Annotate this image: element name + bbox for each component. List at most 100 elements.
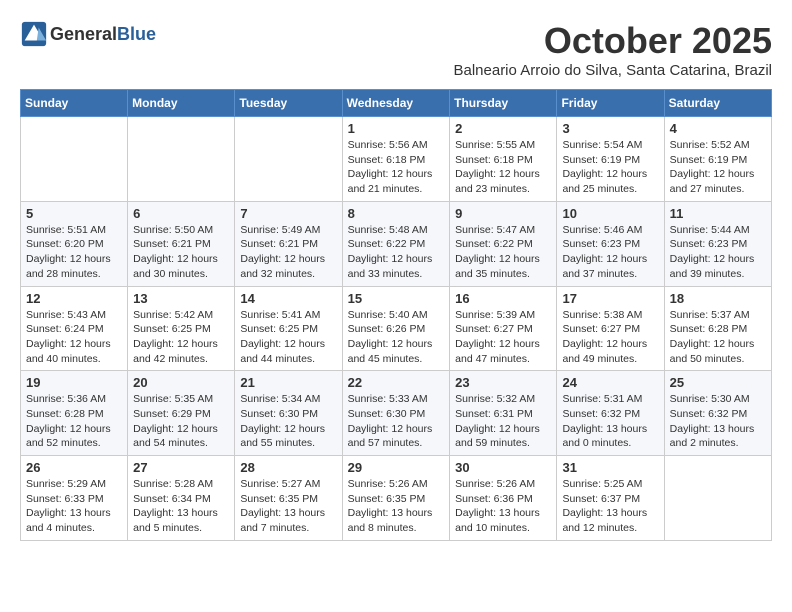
day-info: Sunrise: 5:36 AM Sunset: 6:28 PM Dayligh…	[26, 392, 122, 451]
calendar-cell: 19 Sunrise: 5:36 AM Sunset: 6:28 PM Dayli…	[21, 371, 128, 456]
day-info: Sunrise: 5:43 AM Sunset: 6:24 PM Dayligh…	[26, 308, 122, 367]
day-number: 18	[670, 291, 766, 306]
day-info: Sunrise: 5:49 AM Sunset: 6:21 PM Dayligh…	[240, 223, 336, 282]
calendar-week-5: 26 Sunrise: 5:29 AM Sunset: 6:33 PM Dayli…	[21, 456, 772, 541]
weekday-header-thursday: Thursday	[450, 90, 557, 117]
day-number: 3	[562, 121, 658, 136]
day-number: 19	[26, 375, 122, 390]
day-info: Sunrise: 5:44 AM Sunset: 6:23 PM Dayligh…	[670, 223, 766, 282]
day-info: Sunrise: 5:55 AM Sunset: 6:18 PM Dayligh…	[455, 138, 551, 197]
calendar-cell: 18Sunrise: 5:37 AM Sunset: 6:28 PM Dayli…	[664, 286, 771, 371]
day-number: 16	[455, 291, 551, 306]
day-info: Sunrise: 5:54 AM Sunset: 6:19 PM Dayligh…	[562, 138, 658, 197]
day-info: Sunrise: 5:33 AM Sunset: 6:30 PM Dayligh…	[348, 392, 445, 451]
calendar-week-3: 12 Sunrise: 5:43 AM Sunset: 6:24 PM Dayli…	[21, 286, 772, 371]
day-info: Sunrise: 5:39 AM Sunset: 6:27 PM Dayligh…	[455, 308, 551, 367]
day-number: 7	[240, 206, 336, 221]
calendar-cell: 23 Sunrise: 5:32 AM Sunset: 6:31 PM Dayli…	[450, 371, 557, 456]
day-info: Sunrise: 5:31 AM Sunset: 6:32 PM Dayligh…	[562, 392, 658, 451]
day-info: Sunrise: 5:46 AM Sunset: 6:23 PM Dayligh…	[562, 223, 658, 282]
day-info: Sunrise: 5:27 AM Sunset: 6:35 PM Dayligh…	[240, 477, 336, 536]
calendar-cell: 14 Sunrise: 5:41 AM Sunset: 6:25 PM Dayli…	[235, 286, 342, 371]
calendar-table: SundayMondayTuesdayWednesdayThursdayFrid…	[20, 89, 772, 541]
calendar-cell: 29 Sunrise: 5:26 AM Sunset: 6:35 PM Dayli…	[342, 456, 450, 541]
day-info: Sunrise: 5:40 AM Sunset: 6:26 PM Dayligh…	[348, 308, 445, 367]
calendar-cell: 21 Sunrise: 5:34 AM Sunset: 6:30 PM Dayli…	[235, 371, 342, 456]
day-number: 26	[26, 460, 122, 475]
day-number: 14	[240, 291, 336, 306]
calendar-cell	[128, 117, 235, 202]
calendar-cell: 9 Sunrise: 5:47 AM Sunset: 6:22 PM Daylig…	[450, 201, 557, 286]
calendar-cell: 8 Sunrise: 5:48 AM Sunset: 6:22 PM Daylig…	[342, 201, 450, 286]
calendar-cell	[21, 117, 128, 202]
calendar-cell: 3 Sunrise: 5:54 AM Sunset: 6:19 PM Daylig…	[557, 117, 664, 202]
weekday-header-wednesday: Wednesday	[342, 90, 450, 117]
logo-icon	[20, 20, 48, 48]
calendar-cell: 16 Sunrise: 5:39 AM Sunset: 6:27 PM Dayli…	[450, 286, 557, 371]
calendar-week-4: 19 Sunrise: 5:36 AM Sunset: 6:28 PM Dayli…	[21, 371, 772, 456]
day-number: 29	[348, 460, 445, 475]
day-info: Sunrise: 5:26 AM Sunset: 6:35 PM Dayligh…	[348, 477, 445, 536]
day-info: Sunrise: 5:34 AM Sunset: 6:30 PM Dayligh…	[240, 392, 336, 451]
calendar-cell	[664, 456, 771, 541]
day-number: 5	[26, 206, 122, 221]
day-number: 15	[348, 291, 445, 306]
calendar-cell: 20 Sunrise: 5:35 AM Sunset: 6:29 PM Dayli…	[128, 371, 235, 456]
day-number: 22	[348, 375, 445, 390]
calendar-week-2: 5 Sunrise: 5:51 AM Sunset: 6:20 PM Daylig…	[21, 201, 772, 286]
calendar-cell: 13 Sunrise: 5:42 AM Sunset: 6:25 PM Dayli…	[128, 286, 235, 371]
day-number: 30	[455, 460, 551, 475]
calendar-cell: 26 Sunrise: 5:29 AM Sunset: 6:33 PM Dayli…	[21, 456, 128, 541]
day-number: 8	[348, 206, 445, 221]
calendar-cell: 11 Sunrise: 5:44 AM Sunset: 6:23 PM Dayli…	[664, 201, 771, 286]
day-info: Sunrise: 5:29 AM Sunset: 6:33 PM Dayligh…	[26, 477, 122, 536]
calendar-cell: 31Sunrise: 5:25 AM Sunset: 6:37 PM Dayli…	[557, 456, 664, 541]
calendar-cell: 4 Sunrise: 5:52 AM Sunset: 6:19 PM Daylig…	[664, 117, 771, 202]
month-title: October 2025	[453, 20, 772, 62]
location-title: Balneario Arroio do Silva, Santa Catarin…	[453, 62, 772, 79]
page-header: GeneralBlue October 2025 Balneario Arroi…	[20, 20, 772, 79]
day-info: Sunrise: 5:51 AM Sunset: 6:20 PM Dayligh…	[26, 223, 122, 282]
day-info: Sunrise: 5:32 AM Sunset: 6:31 PM Dayligh…	[455, 392, 551, 451]
day-number: 21	[240, 375, 336, 390]
day-number: 4	[670, 121, 766, 136]
weekday-header-friday: Friday	[557, 90, 664, 117]
day-number: 20	[133, 375, 229, 390]
day-info: Sunrise: 5:30 AM Sunset: 6:32 PM Dayligh…	[670, 392, 766, 451]
day-info: Sunrise: 5:48 AM Sunset: 6:22 PM Dayligh…	[348, 223, 445, 282]
day-number: 17	[562, 291, 658, 306]
weekday-header-monday: Monday	[128, 90, 235, 117]
day-info: Sunrise: 5:47 AM Sunset: 6:22 PM Dayligh…	[455, 223, 551, 282]
calendar-cell: 28 Sunrise: 5:27 AM Sunset: 6:35 PM Dayli…	[235, 456, 342, 541]
day-number: 11	[670, 206, 766, 221]
day-number: 31	[562, 460, 658, 475]
calendar-cell: 22 Sunrise: 5:33 AM Sunset: 6:30 PM Dayli…	[342, 371, 450, 456]
calendar-cell: 15 Sunrise: 5:40 AM Sunset: 6:26 PM Dayli…	[342, 286, 450, 371]
day-info: Sunrise: 5:41 AM Sunset: 6:25 PM Dayligh…	[240, 308, 336, 367]
day-number: 25	[670, 375, 766, 390]
day-info: Sunrise: 5:38 AM Sunset: 6:27 PM Dayligh…	[562, 308, 658, 367]
day-number: 28	[240, 460, 336, 475]
calendar-cell: 27Sunrise: 5:28 AM Sunset: 6:34 PM Dayli…	[128, 456, 235, 541]
day-number: 9	[455, 206, 551, 221]
calendar-cell: 6Sunrise: 5:50 AM Sunset: 6:21 PM Daylig…	[128, 201, 235, 286]
calendar-cell: 25 Sunrise: 5:30 AM Sunset: 6:32 PM Dayli…	[664, 371, 771, 456]
weekday-header-saturday: Saturday	[664, 90, 771, 117]
day-number: 12	[26, 291, 122, 306]
day-number: 10	[562, 206, 658, 221]
calendar-cell	[235, 117, 342, 202]
calendar-cell: 5 Sunrise: 5:51 AM Sunset: 6:20 PM Daylig…	[21, 201, 128, 286]
calendar-cell: 10 Sunrise: 5:46 AM Sunset: 6:23 PM Dayli…	[557, 201, 664, 286]
day-number: 2	[455, 121, 551, 136]
day-number: 23	[455, 375, 551, 390]
day-info: Sunrise: 5:42 AM Sunset: 6:25 PM Dayligh…	[133, 308, 229, 367]
day-info: Sunrise: 5:52 AM Sunset: 6:19 PM Dayligh…	[670, 138, 766, 197]
day-info: Sunrise: 5:35 AM Sunset: 6:29 PM Dayligh…	[133, 392, 229, 451]
calendar-cell: 7 Sunrise: 5:49 AM Sunset: 6:21 PM Daylig…	[235, 201, 342, 286]
day-info: Sunrise: 5:56 AM Sunset: 6:18 PM Dayligh…	[348, 138, 445, 197]
title-area: October 2025 Balneario Arroio do Silva, …	[453, 20, 772, 79]
day-number: 13	[133, 291, 229, 306]
weekday-header-tuesday: Tuesday	[235, 90, 342, 117]
calendar-week-1: 1Sunrise: 5:56 AM Sunset: 6:18 PM Daylig…	[21, 117, 772, 202]
logo: GeneralBlue	[20, 20, 156, 48]
